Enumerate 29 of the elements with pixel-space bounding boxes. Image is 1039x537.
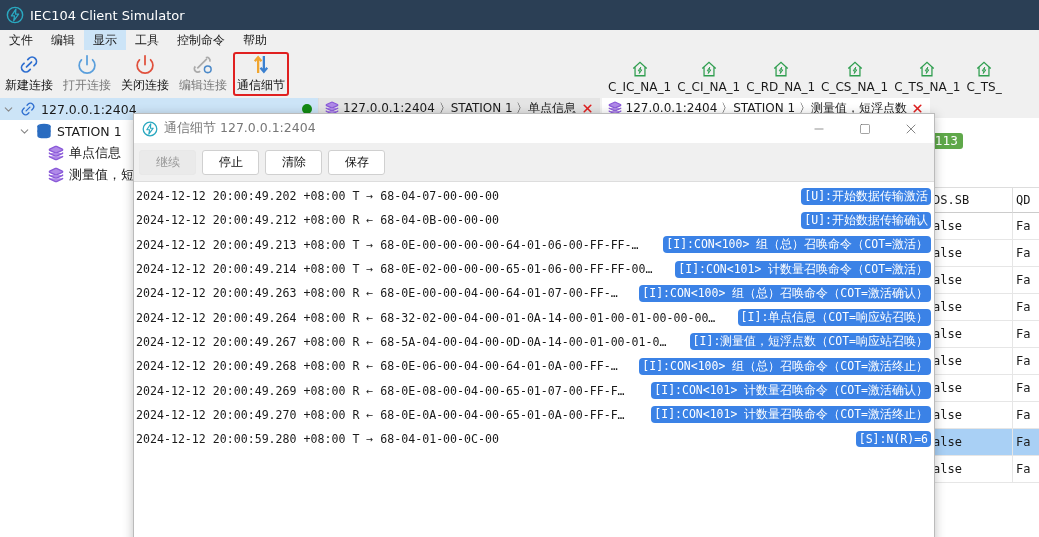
frame-tag: [I]:CON<100> 组（总）召唤命令（COT=激活） (663, 236, 931, 254)
log-line: 2024-12-12 20:00:49.213 +08:00 T → 68-0E-00-00-00-00-64-01-06-00-FF-FF-… (136, 237, 639, 252)
dialog-title: 通信细节 127.0.0.1:2404 (164, 120, 316, 137)
frame-tag: [S]:N(R)=6 (855, 431, 931, 448)
tree-item-label: STATION 1 (57, 123, 122, 139)
log-line: 2024-12-12 20:00:49.268 +08:00 R ← 68-0E-06-00-04-00-64-01-0A-00-FF-… (136, 359, 618, 374)
frame-tag: [U]:开始数据传输激活 (801, 187, 931, 205)
frame-tag: [U]:开始数据传输确认 (801, 211, 931, 229)
frame-tag: [I]:CON<101> 计数量召唤命令（COT=激活确认） (651, 382, 931, 399)
frame-tag: [I]:CON<100> 组（总）召唤命令（COT=激活终止） (639, 357, 931, 375)
log-line: 2024-12-12 20:00:49.263 +08:00 R ← 68-0E-00-00-04-00-64-01-07-00-FF-… (136, 286, 618, 301)
log-line: 2024-12-12 20:00:49.214 +08:00 T → 68-0E-02-00-00-00-65-01-06-00-FF-FF-00… (136, 262, 653, 277)
tree-item-label: 127.0.0.1:2404 (41, 101, 137, 117)
log-line: 2024-12-12 20:00:49.270 +08:00 R ← 68-0E-0A-00-04-00-65-01-0A-00-FF-F… (136, 407, 625, 422)
frame-tag: [I]:CON<101> 计数量召唤命令（COT=激活） (675, 260, 931, 278)
log-line: 2024-12-12 20:00:49.212 +08:00 R ← 68-04-0B-00-00-00 (136, 213, 499, 228)
frame-tag: [I]:测量值，短浮点数（COT=响应站召唤） (689, 333, 931, 351)
tree-item-label: 单点信息 (69, 144, 121, 162)
table-cell: Fa (1013, 429, 1039, 456)
log-line: 2024-12-12 20:00:49.264 +08:00 R ← 68-32-02-00-04-00-01-0A-14-00-01-00-01-00-00-00… (136, 310, 716, 325)
frame-tag: [I]:单点信息（COT=响应站召唤） (737, 309, 931, 327)
frame-tag: [I]:CON<101> 计数量召唤命令（COT=激活终止） (651, 406, 931, 424)
log-line: 2024-12-12 20:00:59.280 +08:00 T → 68-04-01-00-0C-00 (136, 432, 499, 447)
log-line: 2024-12-12 20:00:49.202 +08:00 T → 68-04-07-00-00-00 (136, 189, 499, 204)
tree-item-label: 测量值，短 (69, 166, 134, 184)
window-title: IEC104 Client Simulator (30, 7, 185, 23)
frame-tag: [I]:CON<100> 组（总）召唤命令（COT=激活确认） (639, 284, 931, 302)
log-line: 2024-12-12 20:00:49.269 +08:00 R ← 68-0E-08-00-04-00-65-01-07-00-FF-F… (136, 383, 625, 398)
log-line: 2024-12-12 20:00:49.267 +08:00 R ← 68-5A-04-00-04-00-0D-0A-14-00-01-00-01-0… (136, 334, 667, 349)
